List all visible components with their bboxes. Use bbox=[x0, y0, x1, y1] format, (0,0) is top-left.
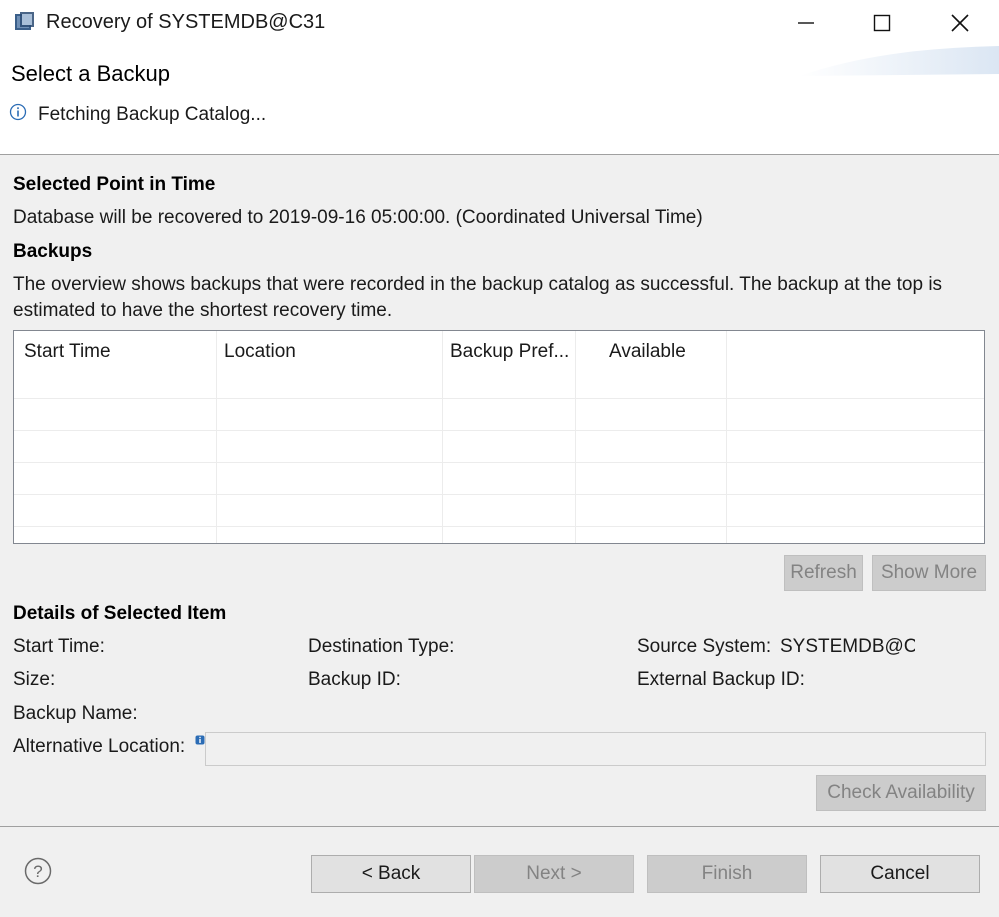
destination-type-label: Destination Type: bbox=[308, 636, 455, 657]
header-decoration bbox=[799, 46, 999, 76]
alternative-location-label: Alternative Location: bbox=[13, 736, 186, 757]
status-message: Fetching Backup Catalog... bbox=[38, 104, 267, 125]
app-icon bbox=[14, 12, 36, 32]
external-backup-id-label: External Backup ID: bbox=[637, 669, 805, 690]
row-divider bbox=[14, 398, 984, 399]
cancel-button[interactable]: Cancel bbox=[820, 855, 980, 893]
backups-description-line1: The overview shows backups that were rec… bbox=[13, 274, 943, 295]
maximize-icon bbox=[873, 14, 891, 32]
row-divider bbox=[14, 462, 984, 463]
point-in-time-text: Database will be recovered to 2019-09-16… bbox=[13, 207, 703, 228]
maximize-button[interactable] bbox=[846, 0, 918, 46]
minimize-icon bbox=[798, 22, 814, 24]
point-in-time-heading: Selected Point in Time bbox=[13, 174, 216, 195]
backup-id-label: Backup ID: bbox=[308, 669, 401, 690]
backup-name-label: Backup Name: bbox=[13, 703, 138, 724]
alternative-location-input[interactable] bbox=[205, 732, 986, 766]
close-button[interactable] bbox=[924, 0, 996, 46]
column-header-start-time[interactable]: Start Time bbox=[24, 341, 111, 363]
backups-heading: Backups bbox=[13, 241, 93, 262]
source-system-value: SYSTEMDB@C3 bbox=[780, 636, 915, 657]
column-header-backup-pref[interactable]: Backup Pref... bbox=[450, 341, 569, 363]
close-icon bbox=[951, 14, 969, 32]
column-divider bbox=[216, 331, 217, 543]
page-title: Select a Backup bbox=[11, 61, 170, 86]
column-divider bbox=[726, 331, 727, 543]
back-button[interactable]: < Back bbox=[311, 855, 471, 893]
row-divider bbox=[14, 494, 984, 495]
column-header-available[interactable]: Available bbox=[609, 341, 686, 363]
start-time-label: Start Time: bbox=[13, 636, 105, 657]
minimize-button[interactable] bbox=[770, 0, 842, 46]
info-decorator-icon bbox=[195, 732, 205, 745]
refresh-button[interactable]: Refresh bbox=[784, 555, 863, 591]
help-icon[interactable]: ? bbox=[24, 857, 52, 885]
column-divider bbox=[575, 331, 576, 543]
info-icon bbox=[9, 103, 27, 121]
window-title: Recovery of SYSTEMDB@C31 bbox=[46, 11, 326, 33]
row-divider bbox=[14, 526, 984, 527]
backups-description-line2: estimated to have the shortest recovery … bbox=[13, 300, 393, 321]
column-divider bbox=[442, 331, 443, 543]
row-divider bbox=[14, 430, 984, 431]
check-availability-button[interactable]: Check Availability bbox=[816, 775, 986, 811]
svg-text:?: ? bbox=[33, 862, 42, 881]
finish-button[interactable]: Finish bbox=[647, 855, 807, 893]
source-system-label: Source System: bbox=[637, 636, 772, 657]
show-more-button[interactable]: Show More bbox=[872, 555, 986, 591]
column-header-location[interactable]: Location bbox=[224, 341, 296, 363]
backups-table[interactable]: Start Time Location Backup Pref... Avail… bbox=[13, 330, 985, 544]
next-button[interactable]: Next > bbox=[474, 855, 634, 893]
header-divider bbox=[0, 154, 999, 155]
details-heading: Details of Selected Item bbox=[13, 603, 227, 624]
size-label: Size: bbox=[13, 669, 56, 690]
footer-divider bbox=[0, 826, 999, 827]
